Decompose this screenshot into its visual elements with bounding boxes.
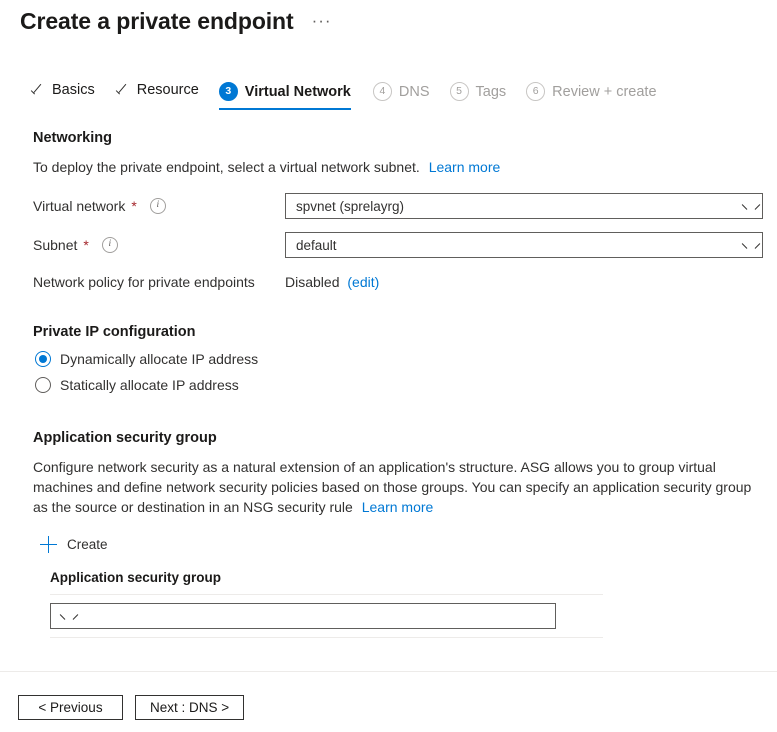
networking-description: To deploy the private endpoint, select a…	[33, 157, 500, 177]
radio-label: Dynamically allocate IP address	[60, 351, 259, 367]
tab-dns[interactable]: 4 DNS	[367, 80, 444, 110]
chevron-down-icon	[61, 611, 72, 622]
tab-label: Tags	[475, 83, 507, 100]
more-options-icon[interactable]: ···	[308, 11, 336, 31]
asg-select-dropdown[interactable]	[50, 603, 556, 629]
create-asg-label: Create	[67, 537, 108, 552]
asg-column-header: Application security group	[50, 570, 222, 585]
next-dns-button[interactable]: Next : DNS >	[135, 695, 245, 720]
tab-label: Resource	[136, 82, 199, 98]
page-title: Create a private endpoint	[20, 8, 294, 34]
tab-virtual-network[interactable]: 3 Virtual Network	[213, 80, 367, 110]
step-number-badge: 6	[526, 82, 546, 101]
wizard-footer: < Previous Next : DNS >	[18, 695, 245, 720]
network-policy-label-text: Network policy for private endpoints	[33, 274, 255, 290]
virtual-network-value: spvnet (sprelayrg)	[296, 198, 405, 214]
tab-tags[interactable]: 5 Tags	[444, 80, 521, 110]
tab-label: Basics	[52, 82, 95, 98]
tab-label: DNS	[398, 83, 430, 100]
info-icon[interactable]: i	[149, 198, 166, 214]
network-policy-label: Network policy for private endpoints	[33, 274, 255, 290]
subnet-label: Subnet * i	[33, 237, 118, 253]
footer-divider	[0, 671, 777, 672]
step-number-badge: 4	[372, 82, 392, 101]
check-icon	[115, 83, 130, 98]
subnet-value: default	[296, 237, 337, 253]
asg-grid-row	[50, 595, 603, 637]
asg-heading: Application security group	[33, 430, 217, 446]
tab-label: Review + create	[552, 83, 657, 100]
required-asterisk: *	[131, 198, 137, 214]
plus-icon	[40, 536, 57, 553]
radio-static-ip[interactable]: Statically allocate IP address	[35, 377, 239, 393]
radio-dynamic-ip[interactable]: Dynamically allocate IP address	[35, 351, 258, 367]
chevron-down-icon	[743, 240, 754, 251]
asg-grid: Application security group	[50, 570, 603, 638]
virtual-network-label-text: Virtual network	[33, 198, 126, 214]
asg-description: Configure network security as a natural …	[33, 457, 765, 517]
network-policy-value: Disabled	[285, 274, 340, 290]
tab-review-create[interactable]: 6 Review + create	[520, 80, 670, 110]
required-asterisk: *	[83, 237, 89, 253]
private-ip-heading: Private IP configuration	[33, 324, 196, 340]
subnet-dropdown[interactable]: default	[285, 232, 763, 258]
page-header: Create a private endpoint ···	[20, 6, 336, 36]
virtual-network-dropdown[interactable]: spvnet (sprelayrg)	[285, 193, 763, 219]
tab-basics[interactable]: Basics	[24, 80, 109, 107]
radio-button-icon	[35, 377, 51, 393]
previous-button[interactable]: < Previous	[18, 695, 123, 720]
check-icon	[30, 83, 45, 98]
create-asg-button[interactable]: Create	[40, 536, 108, 553]
radio-button-icon	[35, 351, 51, 367]
step-number-badge: 3	[218, 82, 238, 101]
chevron-down-icon	[743, 201, 754, 212]
networking-description-text: To deploy the private endpoint, select a…	[33, 159, 420, 175]
network-policy-edit-link[interactable]: (edit)	[347, 274, 379, 290]
radio-label: Statically allocate IP address	[60, 377, 239, 393]
learn-more-link-networking[interactable]: Learn more	[429, 159, 501, 175]
learn-more-link-asg[interactable]: Learn more	[362, 499, 434, 515]
step-number-badge: 5	[449, 82, 469, 101]
network-policy-value-group: Disabled (edit)	[285, 274, 379, 290]
tab-resource[interactable]: Resource	[109, 80, 213, 107]
wizard-tabs: Basics Resource 3 Virtual Network 4 DNS …	[24, 80, 671, 114]
info-icon[interactable]: i	[101, 237, 118, 253]
networking-heading: Networking	[33, 130, 112, 146]
tab-label: Virtual Network	[244, 83, 351, 100]
grid-divider-bottom	[50, 637, 603, 638]
virtual-network-label: Virtual network * i	[33, 198, 166, 214]
subnet-label-text: Subnet	[33, 237, 78, 253]
